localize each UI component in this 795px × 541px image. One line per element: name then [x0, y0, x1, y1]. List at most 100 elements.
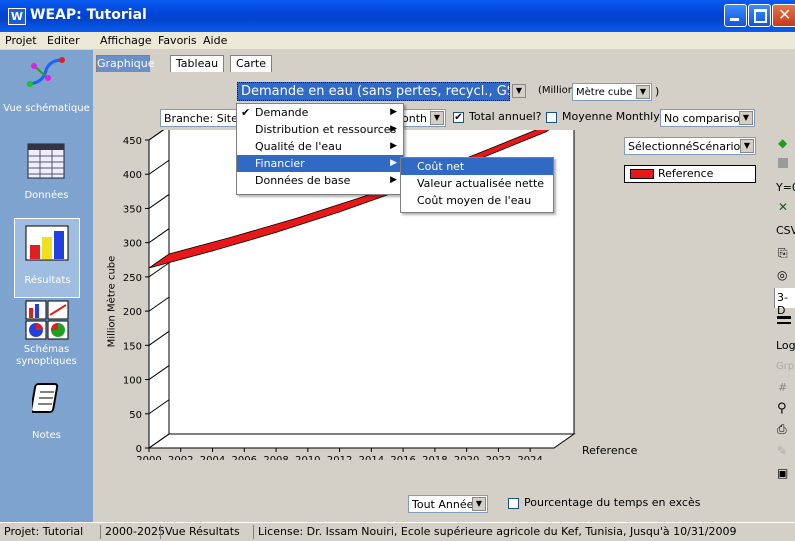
tab-carte[interactable]: Carte: [230, 55, 272, 72]
month-select[interactable]: onth ▼: [398, 109, 446, 127]
menu-item-qualite[interactable]: Qualité de l'eau ▶: [237, 138, 403, 155]
chart-legend: Reference: [624, 165, 756, 183]
variable-select[interactable]: Demande en eau (sans pertes, recycl., GS…: [237, 82, 510, 101]
menu-affichage[interactable]: Affichage: [100, 34, 152, 47]
three-d-toggle[interactable]: 3-D: [774, 288, 795, 317]
x-tick-label: 2006: [232, 455, 257, 460]
monthly-average-checkbox[interactable]: [546, 112, 557, 123]
percent-exceedance-label: Pourcentage du temps en excès: [524, 496, 701, 509]
print-icon[interactable]: ⎙: [777, 422, 787, 437]
y-axis-label: Million Mètre cube: [106, 255, 118, 348]
x-tick-label: 2022: [486, 455, 511, 460]
unit-select[interactable]: Mètre cube ▼: [572, 83, 652, 101]
scenario-select[interactable]: SélectionnéScénario (1 ▼: [624, 137, 756, 155]
group-toggle[interactable]: Grp: [776, 361, 794, 372]
menu-item-demande[interactable]: ✔ Demande ▶: [237, 104, 403, 121]
view-sidebar: Vue schématique Données Résultats Schéma…: [0, 50, 93, 522]
depth-series-label: Reference: [582, 444, 638, 457]
status-license: License: Dr. Issam Nouiri, Ecole supérie…: [253, 525, 737, 539]
x-tick-label: 2018: [422, 455, 447, 460]
line-width-icon[interactable]: [777, 316, 791, 319]
sidebar-item-notes[interactable]: Notes: [0, 382, 93, 442]
data-point: [148, 267, 150, 269]
menu-aide[interactable]: Aide: [203, 34, 227, 47]
three-d-label: 3-D: [777, 291, 788, 317]
palette-icon[interactable]: ◎: [777, 268, 787, 282]
year-select[interactable]: Tout Année ▼: [408, 495, 488, 513]
menu-item-financier[interactable]: Financier ▶: [237, 155, 403, 172]
menu-item-label: Données de base: [255, 174, 351, 187]
x-tick-label: 2010: [295, 455, 320, 460]
y-tick-label: 150: [123, 341, 142, 352]
minimize-button[interactable]: [724, 4, 747, 27]
sidebar-item-results[interactable]: Résultats: [14, 218, 80, 298]
menu-item-label: Demande: [255, 106, 309, 119]
status-project: Projet: Tutorial: [4, 525, 84, 538]
menu-item-donnees-base[interactable]: Données de base ▶: [237, 172, 403, 189]
chevron-down-icon: ▼: [739, 111, 753, 125]
edit-icon[interactable]: ✎: [777, 444, 787, 458]
status-years: 2000-2025: [100, 525, 165, 539]
chevron-down-icon: ▼: [636, 85, 650, 99]
unit-prefix: (Million: [538, 85, 575, 96]
results-icon: [25, 225, 69, 261]
percent-exceedance-checkbox[interactable]: [508, 498, 519, 509]
chevron-down-icon: ▼: [472, 497, 486, 511]
x-tick-label: 2008: [263, 455, 288, 460]
total-annual-checkbox[interactable]: ✔: [453, 112, 464, 123]
menu-favoris[interactable]: Favoris: [158, 34, 197, 47]
copy-icon[interactable]: ⎘: [778, 246, 788, 261]
plot-side-wall: [148, 130, 170, 449]
data-icon: [27, 143, 65, 179]
menu-item-label: Distribution et ressources: [255, 123, 397, 136]
menu-item-valeur-actualisee[interactable]: Valeur actualisée nette: [401, 175, 553, 192]
weap-app-icon: W: [8, 8, 26, 25]
variable-dropdown-arrow[interactable]: ▼: [512, 84, 526, 98]
color-icon[interactable]: [778, 158, 788, 168]
close-icon: ✕: [778, 5, 792, 24]
x-tick-label: 2024: [517, 455, 542, 460]
comparison-select[interactable]: No comparison ▼: [660, 109, 755, 127]
sidebar-item-overviews[interactable]: Schémas synoptiques: [0, 300, 93, 380]
sidebar-item-label: Données: [24, 190, 69, 201]
tab-tableau[interactable]: Tableau: [170, 55, 224, 72]
comparison-select-value: No comparison: [664, 112, 747, 125]
chart-toolbar: ◆ Y=0 ✕ CSV ⎘ ◎ 3-D Log Grp # ⚲ ⎙ ✎ ▣: [772, 128, 795, 508]
log-scale-toggle[interactable]: Log: [776, 339, 795, 352]
zoom-icon[interactable]: ⚲: [777, 401, 787, 416]
sidebar-item-label: Vue schématique: [3, 103, 90, 114]
grid-icon[interactable]: #: [778, 381, 787, 394]
title-bar: W WEAP: Tutorial ✕: [0, 0, 795, 32]
save-icon[interactable]: ▣: [777, 466, 788, 480]
tab-graphique[interactable]: Graphique: [96, 55, 155, 72]
x-tick-label: 2002: [168, 455, 193, 460]
sidebar-item-schematic[interactable]: Vue schématique: [0, 50, 93, 140]
y-zero-toggle[interactable]: Y=0: [776, 181, 795, 194]
schematic-icon: [27, 57, 65, 87]
chart-type-icon[interactable]: ◆: [778, 136, 787, 150]
menu-editer[interactable]: Editer: [47, 34, 80, 47]
menu-projet[interactable]: Projet: [5, 34, 37, 47]
x-tick-label: 2012: [327, 455, 352, 460]
y-tick-label: 350: [123, 204, 142, 215]
x-tick-label: 2004: [200, 455, 225, 460]
sidebar-item-label: Schémas synoptiques: [16, 344, 77, 367]
status-bar: Projet: Tutorial 2000-2025 Vue Résultats…: [0, 522, 795, 541]
submenu-arrow-icon: ▶: [390, 107, 397, 117]
branch-select[interactable]: Branche: Sites: [160, 109, 238, 127]
window-title: WEAP: Tutorial: [30, 7, 147, 23]
check-icon: ✔: [241, 106, 251, 119]
menu-bar: Projet Editer Affichage Favoris Aide: [0, 32, 795, 49]
stack-icon[interactable]: ✕: [778, 200, 788, 214]
close-button[interactable]: ✕: [772, 4, 795, 27]
menu-item-distribution[interactable]: Distribution et ressources ▶: [237, 121, 403, 138]
overview-icon: [25, 300, 69, 340]
menu-item-cout-net[interactable]: Coût net: [401, 158, 553, 175]
maximize-button[interactable]: [748, 4, 771, 27]
sidebar-item-data[interactable]: Données: [0, 142, 93, 214]
sidebar-item-label: Résultats: [24, 275, 71, 286]
menu-item-cout-moyen[interactable]: Coût moyen de l'eau: [401, 192, 553, 209]
line-width-icon-2: [777, 322, 791, 324]
csv-export[interactable]: CSV: [776, 224, 795, 237]
menu-item-label: Qualité de l'eau: [255, 140, 342, 153]
